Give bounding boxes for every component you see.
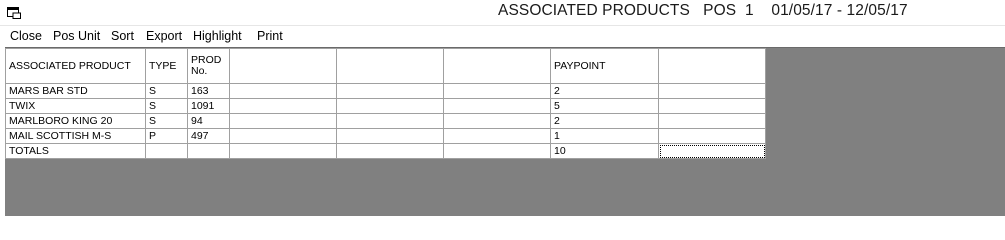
table-row[interactable]: MARS BAR STD S 163 2 [5,83,766,99]
menu-highlight[interactable]: Highlight [193,29,242,43]
cell-empty[interactable] [658,113,766,129]
cell-prod-no[interactable]: 94 [187,113,230,129]
cell-paypoint[interactable]: 1 [550,128,659,144]
column-header-paypoint[interactable]: PAYPOINT [550,48,659,84]
cell-paypoint[interactable]: 2 [550,113,659,129]
cell-empty[interactable] [443,98,551,114]
menu-print[interactable]: Print [257,29,283,43]
column-header-empty-3[interactable] [443,48,551,84]
cell-empty[interactable] [229,128,337,144]
cell-empty[interactable] [229,143,337,159]
cell-type[interactable]: S [145,83,188,99]
menu-sort[interactable]: Sort [111,29,134,43]
cell-empty[interactable] [229,83,337,99]
cell-paypoint[interactable]: 5 [550,98,659,114]
cell-empty[interactable] [336,113,444,129]
column-header-empty-2[interactable] [336,48,444,84]
cell-totals-label[interactable]: TOTALS [5,143,146,159]
cell-empty[interactable] [229,98,337,114]
associated-products-grid[interactable]: ASSOCIATED PRODUCT TYPE PROD No. PAYPOINT… [5,48,766,159]
column-header-associated-product[interactable]: ASSOCIATED PRODUCT [5,48,146,84]
cell-prod-no[interactable]: 497 [187,128,230,144]
cell-empty[interactable] [443,128,551,144]
cell-empty[interactable] [229,113,337,129]
grid-header-row: ASSOCIATED PRODUCT TYPE PROD No. PAYPOINT [5,48,766,84]
cell-empty[interactable] [336,128,444,144]
cell-product[interactable]: MAIL SCOTTISH M-S [5,128,146,144]
menu-pos-unit[interactable]: Pos Unit [53,29,100,43]
cell-prod-no[interactable]: 163 [187,83,230,99]
application-window-icon[interactable] [7,7,21,19]
table-row[interactable]: MARLBORO KING 20 S 94 2 [5,113,766,129]
cell-empty[interactable] [658,128,766,144]
cell-empty[interactable] [658,83,766,99]
cell-empty[interactable] [336,83,444,99]
cell-empty[interactable] [336,143,444,159]
cell-type[interactable]: P [145,128,188,144]
cell-type[interactable]: S [145,113,188,129]
column-header-empty-1[interactable] [229,48,337,84]
cell-empty[interactable] [443,83,551,99]
cell-prod-no[interactable] [187,143,230,159]
table-row[interactable]: MAIL SCOTTISH M-S P 497 1 [5,128,766,144]
cell-empty[interactable] [336,98,444,114]
cell-product[interactable]: MARS BAR STD [5,83,146,99]
cell-paypoint-total[interactable]: 10 [550,143,659,159]
cell-empty[interactable] [443,143,551,159]
cell-paypoint[interactable]: 2 [550,83,659,99]
window-title: ASSOCIATED PRODUCTS POS 1 01/05/17 - 12/… [498,2,908,19]
cell-type[interactable] [145,143,188,159]
cell-product[interactable]: MARLBORO KING 20 [5,113,146,129]
cell-product[interactable]: TWIX [5,98,146,114]
menu-bar: Close Pos Unit Sort Export Highlight Pri… [0,25,1005,47]
cell-focused[interactable] [658,143,766,159]
column-header-empty-4[interactable] [658,48,766,84]
menu-close[interactable]: Close [10,29,42,43]
cell-type[interactable]: S [145,98,188,114]
column-header-type[interactable]: TYPE [145,48,188,84]
cell-empty[interactable] [443,113,551,129]
column-header-prod-no[interactable]: PROD No. [187,48,230,84]
cell-empty[interactable] [658,98,766,114]
table-row[interactable]: TWIX S 1091 5 [5,98,766,114]
totals-row[interactable]: TOTALS 10 [5,143,766,159]
title-bar: ASSOCIATED PRODUCTS POS 1 01/05/17 - 12/… [0,0,1005,25]
menu-export[interactable]: Export [146,29,182,43]
cell-prod-no[interactable]: 1091 [187,98,230,114]
